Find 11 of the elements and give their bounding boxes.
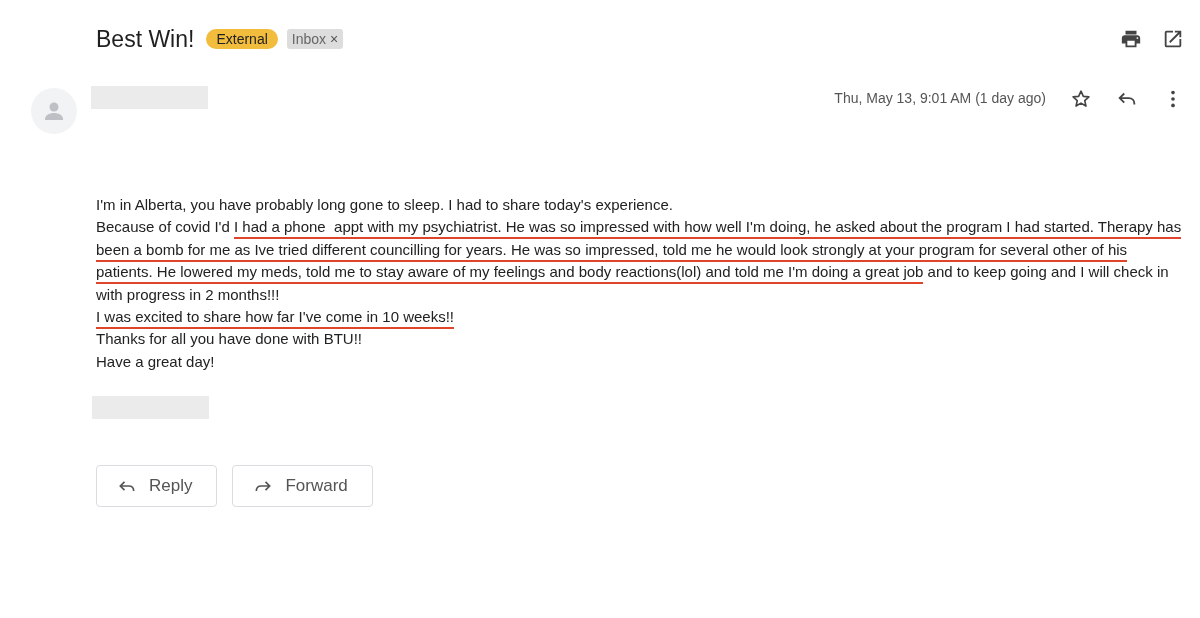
action-button[interactable]: Reply [96,465,218,508]
email-date: Thu, May 13, 9:01 AM (1 day ago) [834,90,1046,106]
label-chip: Inbox × [286,29,344,49]
action-button[interactable]: Forward [232,465,373,508]
label-chip: External [206,29,278,49]
open-in-new-window-icon[interactable] [1162,28,1184,50]
print-icon[interactable] [1120,28,1142,50]
star-icon[interactable] [1070,88,1092,110]
email-subject: Best Win! [96,25,195,53]
avatar-icon [31,88,77,134]
message-body: I'm in Alberta, you have probably long gone to sleep. I had to share today's experience. Because of covid I'd I had a phone appt with my psychiatrist. He was so impressed with how well I'm doing, he asked about the program I had started. Therapy has been a bomb for me as Ive tried different councilling for years. He was so impressed, told me he would look strongly at your program for several other of his patients. He lowered my meds, told me to stay aware of my feelings and body reactions(lol) and told me I'm doing a great job and to keep going and I will check in with progress in 2 months!!! I was excited to share how far I've come in 10 weeks!! Thanks for all you have done with BTU!! Have a great day! [95,195,1183,372]
